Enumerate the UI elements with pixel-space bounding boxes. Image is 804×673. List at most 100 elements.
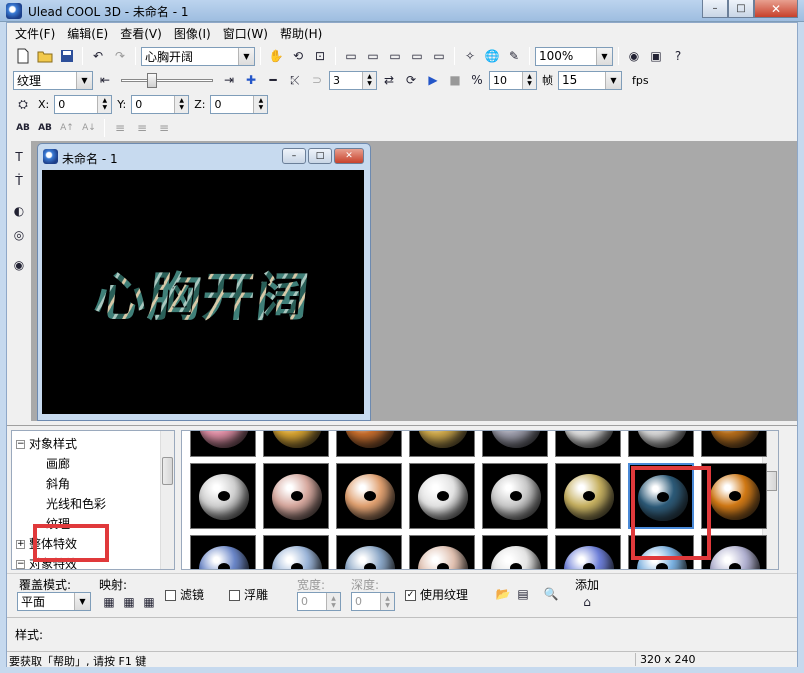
mapping-2-icon[interactable]: ▦ bbox=[119, 592, 139, 612]
insert-text-icon[interactable]: T bbox=[9, 147, 29, 167]
add-keyframe-icon[interactable]: ✚ bbox=[241, 70, 261, 90]
render-icon[interactable]: ◉ bbox=[624, 46, 644, 66]
reverse-icon[interactable]: ⊃ bbox=[307, 70, 327, 90]
mapping-3-icon[interactable]: ▦ bbox=[139, 592, 159, 612]
menu-view[interactable]: 查看(V) bbox=[114, 25, 168, 42]
undo-icon[interactable]: ↶ bbox=[88, 46, 108, 66]
texture-thumbnail[interactable] bbox=[701, 431, 767, 457]
z-spinner[interactable]: 0 ▲ ▼ bbox=[210, 94, 269, 114]
spin-buttons[interactable]: ▲ ▼ bbox=[326, 593, 340, 610]
x-spinner[interactable]: 0 ▲ ▼ bbox=[54, 94, 113, 114]
menu-window[interactable]: 窗口(W) bbox=[217, 25, 274, 42]
y-spinner[interactable]: 0 ▲ ▼ bbox=[131, 94, 190, 114]
spin-buttons[interactable]: ▲ ▼ bbox=[522, 71, 536, 89]
align-left-icon[interactable]: ≡ bbox=[110, 118, 130, 138]
texture-thumbnail[interactable] bbox=[263, 463, 329, 529]
document-window[interactable]: 未命名 - 1 – □ ✕ 心胸开阔 bbox=[37, 143, 371, 421]
cover-mode-combo[interactable]: 平面 ▼ bbox=[17, 592, 91, 611]
texture-thumbnail[interactable] bbox=[555, 535, 621, 569]
camera-view-1-icon[interactable]: ▭ bbox=[341, 46, 361, 66]
tree-scroll-thumb[interactable] bbox=[162, 457, 173, 485]
text-line-spacing-down-icon[interactable]: A↓ bbox=[79, 118, 99, 138]
texture-thumbnail[interactable] bbox=[482, 431, 548, 457]
emboss-checkbox[interactable]: 浮雕 bbox=[229, 586, 268, 603]
text-line-spacing-up-icon[interactable]: A↑ bbox=[57, 118, 77, 138]
chevron-down-icon[interactable]: ▼ bbox=[596, 47, 612, 65]
use-texture-checkbox[interactable]: ✓ 使用纹理 bbox=[405, 586, 468, 603]
preview-icon[interactable]: ▣ bbox=[646, 46, 666, 66]
spin-buttons[interactable]: ▲ ▼ bbox=[362, 71, 376, 89]
mapping-1-icon[interactable]: ▦ bbox=[99, 592, 119, 612]
position-mode-icon[interactable]: ⛭ bbox=[13, 94, 33, 114]
texture-thumbnail[interactable] bbox=[263, 535, 329, 569]
total-frames-spinner[interactable]: 10 ▲ ▼ bbox=[489, 70, 537, 90]
slider-thumb[interactable] bbox=[147, 73, 157, 88]
texture-thumbnail[interactable] bbox=[628, 431, 694, 457]
doc-maximize-button[interactable]: □ bbox=[308, 148, 332, 164]
last-frame-icon[interactable]: ⇥ bbox=[219, 70, 239, 90]
edit-text-frame-icon[interactable]: Ṫ bbox=[9, 171, 29, 191]
emboss-check-box[interactable] bbox=[229, 590, 240, 601]
redo-icon[interactable]: ↷ bbox=[110, 46, 130, 66]
doc-minimize-button[interactable]: – bbox=[282, 148, 306, 164]
doc-close-button[interactable]: ✕ bbox=[334, 148, 364, 164]
texture-thumbnail[interactable] bbox=[190, 431, 256, 457]
close-button[interactable]: ✕ bbox=[754, 0, 798, 18]
add-to-gallery-icon[interactable]: ⌂ bbox=[577, 592, 597, 612]
filter-checkbox[interactable]: 滤镜 bbox=[165, 586, 204, 603]
texture-library-icon[interactable]: ▤ bbox=[513, 584, 533, 604]
open-folder-icon[interactable] bbox=[35, 46, 55, 66]
menu-help[interactable]: 帮助(H) bbox=[274, 25, 328, 42]
3d-text-object[interactable]: 心胸开阔 bbox=[91, 255, 315, 330]
fps-combo[interactable]: 15 ▼ bbox=[558, 70, 622, 90]
width-spinner[interactable]: 0 ▲ ▼ bbox=[297, 592, 341, 611]
help-pointer-icon[interactable]: ? bbox=[668, 46, 688, 66]
chevron-down-icon[interactable]: ▼ bbox=[74, 593, 90, 610]
expand-icon[interactable]: + bbox=[16, 540, 25, 549]
insert-shape-icon[interactable]: ◉ bbox=[9, 255, 29, 275]
camera-view-3-icon[interactable]: ▭ bbox=[385, 46, 405, 66]
texture-thumbnail[interactable] bbox=[482, 463, 548, 529]
light-icon[interactable]: ✧ bbox=[460, 46, 480, 66]
refresh-icon[interactable]: ⟳ bbox=[401, 70, 421, 90]
chevron-down-icon[interactable]: ▼ bbox=[76, 71, 92, 89]
spin-buttons[interactable]: ▲ ▼ bbox=[174, 95, 189, 113]
zoom-combo[interactable]: 100% ▼ bbox=[535, 46, 613, 66]
split-keyframe-icon[interactable]: ⤪ bbox=[285, 70, 305, 90]
timeline-slider[interactable] bbox=[117, 70, 217, 90]
texture-thumbnail[interactable] bbox=[482, 535, 548, 569]
align-center-icon[interactable]: ≡ bbox=[132, 118, 152, 138]
spin-buttons[interactable]: ▲ ▼ bbox=[253, 95, 268, 113]
remove-keyframe-icon[interactable]: ━ bbox=[263, 70, 283, 90]
texture-thumbnail[interactable] bbox=[263, 431, 329, 457]
save-icon[interactable] bbox=[57, 46, 77, 66]
depth-spinner[interactable]: 0 ▲ ▼ bbox=[351, 592, 395, 611]
spin-buttons[interactable]: ▲ ▼ bbox=[380, 593, 394, 610]
text-bold-spacing-icon[interactable]: AB bbox=[13, 118, 33, 138]
render-canvas[interactable]: 心胸开阔 bbox=[42, 170, 364, 414]
collapse-icon[interactable]: − bbox=[16, 560, 25, 569]
text-narrow-spacing-icon[interactable]: AB bbox=[35, 118, 55, 138]
spin-buttons[interactable]: ▲ ▼ bbox=[97, 95, 112, 113]
texture-thumbnail[interactable] bbox=[336, 535, 402, 569]
camera-view-5-icon[interactable]: ▭ bbox=[429, 46, 449, 66]
load-texture-icon[interactable]: 📂 bbox=[493, 584, 513, 604]
menu-image[interactable]: 图像(I) bbox=[168, 25, 217, 42]
texture-thumbnail[interactable] bbox=[409, 463, 475, 529]
insert-geometry-icon[interactable]: ◐ bbox=[9, 201, 29, 221]
size-object-icon[interactable]: ⊡ bbox=[310, 46, 330, 66]
tree-scrollbar[interactable] bbox=[160, 431, 174, 569]
text-object-combo[interactable]: 心胸开阔 ▼ bbox=[141, 46, 255, 66]
align-right-icon[interactable]: ≡ bbox=[154, 118, 174, 138]
collapse-icon[interactable]: − bbox=[16, 440, 25, 449]
texture-thumbnail[interactable] bbox=[555, 463, 621, 529]
new-file-icon[interactable] bbox=[13, 46, 33, 66]
texture-thumbnail[interactable] bbox=[409, 431, 475, 457]
camera-view-4-icon[interactable]: ▭ bbox=[407, 46, 427, 66]
menu-edit[interactable]: 编辑(E) bbox=[61, 25, 114, 42]
minimize-button[interactable]: – bbox=[702, 0, 728, 18]
loop-icon[interactable]: ⇄ bbox=[379, 70, 399, 90]
tree-gallery[interactable]: 画廊 bbox=[46, 455, 70, 472]
texture-search-icon[interactable]: 🔍 bbox=[541, 584, 561, 604]
texture-thumbnail[interactable] bbox=[555, 431, 621, 457]
